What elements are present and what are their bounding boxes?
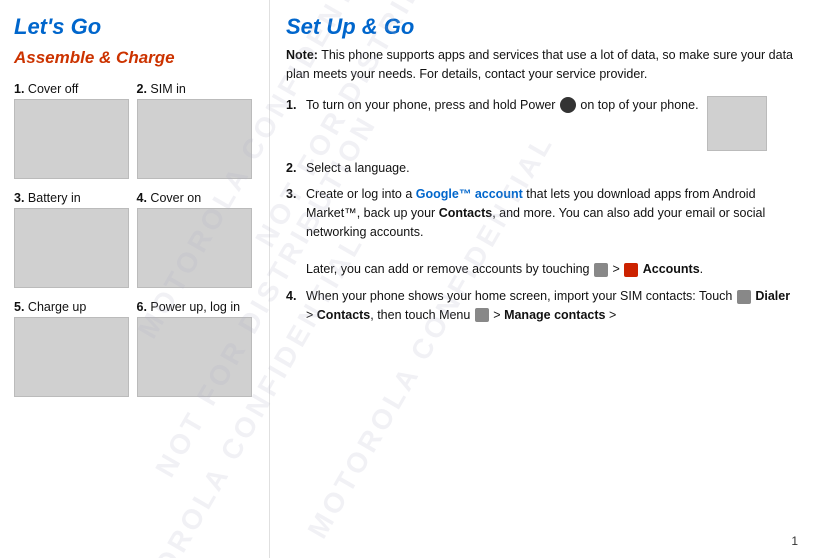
grid-cell-6: 6. Power up, log in — [137, 296, 260, 405]
assemble-charge-title: Assemble & Charge — [14, 48, 259, 68]
step2-content: Select a language. — [306, 159, 798, 178]
step-2-label: 2. SIM in — [137, 82, 256, 96]
right-panel: Set Up & Go Note: This phone supports ap… — [270, 0, 814, 558]
dialer-icon — [737, 290, 751, 304]
note-body: This phone supports apps and services th… — [286, 48, 793, 81]
step-6-label: 6. Power up, log in — [137, 300, 256, 314]
left-panel: Let's Go Assemble & Charge 1. Cover off … — [0, 0, 270, 558]
contacts-bold: Contacts — [439, 206, 492, 220]
step-5-label: 5. Charge up — [14, 300, 133, 314]
grid-cell-4: 4. Cover on — [137, 187, 260, 296]
step3-content: Create or log into a Google™ account tha… — [306, 185, 798, 279]
step1-content: To turn on your phone, press and hold Po… — [306, 96, 798, 151]
step-1-label: 1. Cover off — [14, 82, 133, 96]
step-4-image — [137, 208, 252, 288]
note-label: Note: — [286, 48, 318, 62]
grid-cell-3: 3. Battery in — [14, 187, 137, 296]
step-2-image — [137, 99, 252, 179]
settings-icon — [594, 263, 608, 277]
grid-cell-2: 2. SIM in — [137, 78, 260, 187]
grid-cell-5: 5. Charge up — [14, 296, 137, 405]
contacts-bold-2: Contacts — [317, 308, 370, 322]
power-icon — [560, 97, 576, 113]
setup-step-1: 1. To turn on your phone, press and hold… — [286, 96, 798, 151]
setup-step-2: 2. Select a language. — [286, 159, 798, 178]
dialer-bold: Dialer — [755, 289, 790, 303]
step1-phone-image — [707, 96, 767, 151]
manage-contacts-bold: Manage contacts — [504, 308, 605, 322]
google-account-link[interactable]: Google™ account — [416, 187, 523, 201]
left-page-title: Let's Go — [14, 14, 259, 40]
image-grid: 1. Cover off 2. SIM in 3. Battery in 4. … — [14, 78, 259, 405]
note-paragraph: Note: This phone supports apps and servi… — [286, 46, 798, 84]
step-5-image — [14, 317, 129, 397]
step4-content: When your phone shows your home screen, … — [306, 287, 798, 325]
step-4-label: 4. Cover on — [137, 191, 256, 205]
step-1-image — [14, 99, 129, 179]
setup-steps: 1. To turn on your phone, press and hold… — [286, 96, 798, 325]
step-3-label: 3. Battery in — [14, 191, 133, 205]
grid-cell-1: 1. Cover off — [14, 78, 137, 187]
accounts-bold: Accounts — [643, 262, 700, 276]
page-number: 1 — [791, 534, 798, 548]
accounts-icon — [624, 263, 638, 277]
menu-icon — [475, 308, 489, 322]
step-6-image — [137, 317, 252, 397]
step-3-image — [14, 208, 129, 288]
right-page-title: Set Up & Go — [286, 14, 798, 40]
setup-step-3: 3. Create or log into a Google™ account … — [286, 185, 798, 279]
setup-step-4: 4. When your phone shows your home scree… — [286, 287, 798, 325]
